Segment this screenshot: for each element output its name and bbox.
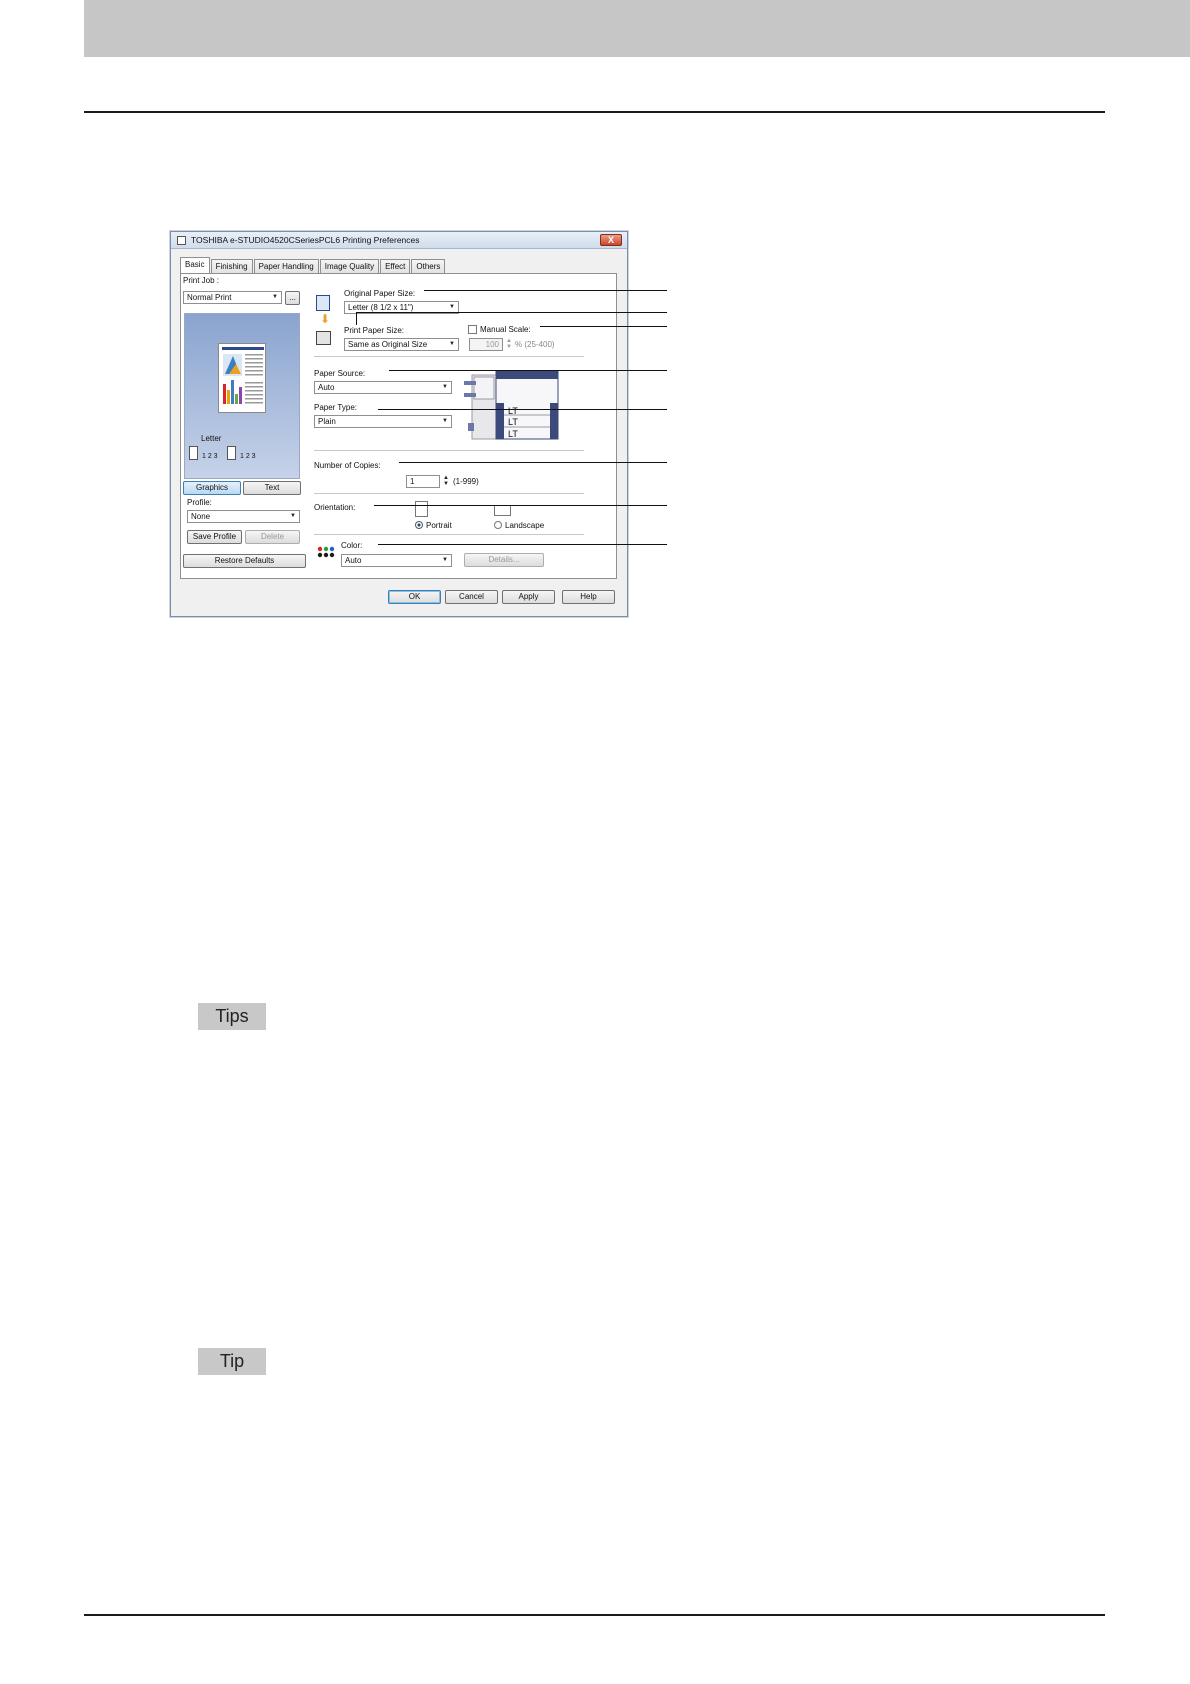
color-label: Color: — [341, 541, 363, 550]
ok-button[interactable]: OK — [388, 590, 441, 604]
paper-size-caption: Letter — [201, 434, 222, 443]
apply-button[interactable]: Apply — [502, 590, 555, 604]
portrait-icon — [415, 501, 428, 517]
tab-effect[interactable]: Effect — [380, 259, 411, 273]
tab-others[interactable]: Others — [411, 259, 446, 273]
scale-spinner-icon[interactable]: ▲ ▼ — [506, 338, 512, 350]
tab-basic[interactable]: Basic — [180, 257, 210, 273]
manual-scale-label: Manual Scale: — [480, 325, 531, 334]
portrait-radio[interactable] — [415, 521, 423, 529]
landscape-label: Landscape — [505, 521, 545, 530]
callout-line — [356, 312, 357, 325]
manual-scale-range: % (25-400) — [515, 340, 555, 349]
separator — [314, 493, 584, 494]
profile-label: Profile: — [187, 498, 212, 507]
tray-1-label: LT — [508, 406, 518, 416]
stack-icon — [189, 446, 198, 460]
original-paper-icon — [316, 295, 330, 311]
manual-scale-checkbox[interactable] — [468, 325, 477, 334]
tips-label: Tips — [198, 1003, 266, 1030]
stack-icon — [227, 446, 236, 460]
page-preview-icon — [218, 343, 266, 413]
close-button[interactable]: X — [600, 234, 622, 246]
orientation-label: Orientation: — [314, 503, 356, 512]
profile-select[interactable]: None — [187, 510, 300, 523]
print-paper-size-label: Print Paper Size: — [344, 326, 405, 335]
paper-source-label: Paper Source: — [314, 369, 366, 378]
printer-illustration: LT LT LT — [464, 369, 564, 443]
copies-range: (1-999) — [453, 477, 479, 486]
footer-rule — [84, 1614, 1105, 1616]
restore-defaults-button[interactable]: Restore Defaults — [183, 554, 306, 568]
title-bar: TOSHIBA e-STUDIO4520CSeriesPCL6 Printing… — [171, 232, 627, 249]
color-dots-icon — [317, 546, 335, 558]
tray-2-label: LT — [508, 417, 518, 427]
tab-finishing[interactable]: Finishing — [210, 259, 253, 273]
number-of-copies-label: Number of Copies: — [314, 461, 381, 470]
print-job-select[interactable]: Normal Print — [183, 291, 282, 304]
callout-line — [356, 312, 667, 313]
separator — [314, 450, 584, 451]
graphics-button[interactable]: Graphics — [183, 481, 241, 495]
print-preview: Letter 1 2 3 1 2 3 — [184, 313, 300, 479]
manual-scale-input[interactable]: 100 — [469, 338, 503, 351]
color-select[interactable]: Auto — [341, 554, 452, 567]
callout-line — [424, 290, 667, 291]
paper-type-select[interactable]: Plain — [314, 415, 452, 428]
landscape-icon — [494, 505, 511, 516]
callout-line — [389, 370, 667, 371]
print-paper-size-select[interactable]: Same as Original Size — [344, 338, 459, 351]
separator — [314, 356, 584, 357]
printer-icon — [177, 236, 186, 245]
callout-line — [378, 409, 667, 410]
print-job-more-button[interactable]: ... — [285, 291, 300, 305]
callout-line — [374, 505, 667, 506]
callout-line — [399, 462, 667, 463]
text-button[interactable]: Text — [243, 481, 301, 495]
portrait-label: Portrait — [426, 521, 452, 530]
dialog-title: TOSHIBA e-STUDIO4520CSeriesPCL6 Printing… — [191, 235, 420, 245]
tab-paper-handling[interactable]: Paper Handling — [253, 259, 319, 273]
cancel-button[interactable]: Cancel — [445, 590, 498, 604]
page-order-a: 1 2 3 — [202, 453, 218, 460]
color-details-button[interactable]: Details... — [464, 553, 544, 567]
print-job-label: Print Job : — [183, 276, 220, 285]
help-button[interactable]: Help — [562, 590, 615, 604]
callout-line — [378, 544, 667, 545]
separator — [314, 534, 584, 535]
copies-spinner-icon[interactable]: ▲ ▼ — [443, 475, 449, 487]
arrow-down-icon: ⬇ — [320, 312, 331, 326]
paper-type-label: Paper Type: — [314, 403, 357, 412]
printing-preferences-dialog: TOSHIBA e-STUDIO4520CSeriesPCL6 Printing… — [170, 231, 628, 617]
basic-panel: Print Job : Normal Print ... — [180, 273, 617, 579]
print-paper-icon — [316, 331, 331, 345]
number-of-copies-input[interactable]: 1 — [406, 475, 440, 488]
callout-line — [540, 326, 667, 327]
tray-3-label: LT — [508, 429, 518, 439]
tab-strip: Basic Finishing Paper Handling Image Qua… — [180, 257, 446, 273]
tip-label: Tip — [198, 1348, 266, 1375]
paper-source-select[interactable]: Auto — [314, 381, 452, 394]
header-rule — [84, 111, 1105, 113]
save-profile-button[interactable]: Save Profile — [187, 530, 242, 544]
tab-image-quality[interactable]: Image Quality — [319, 259, 380, 273]
delete-profile-button[interactable]: Delete — [245, 530, 300, 544]
landscape-radio[interactable] — [494, 521, 502, 529]
header-band — [84, 0, 1190, 57]
original-paper-size-label: Original Paper Size: — [344, 289, 416, 298]
page-order-b: 1 2 3 — [240, 453, 256, 460]
